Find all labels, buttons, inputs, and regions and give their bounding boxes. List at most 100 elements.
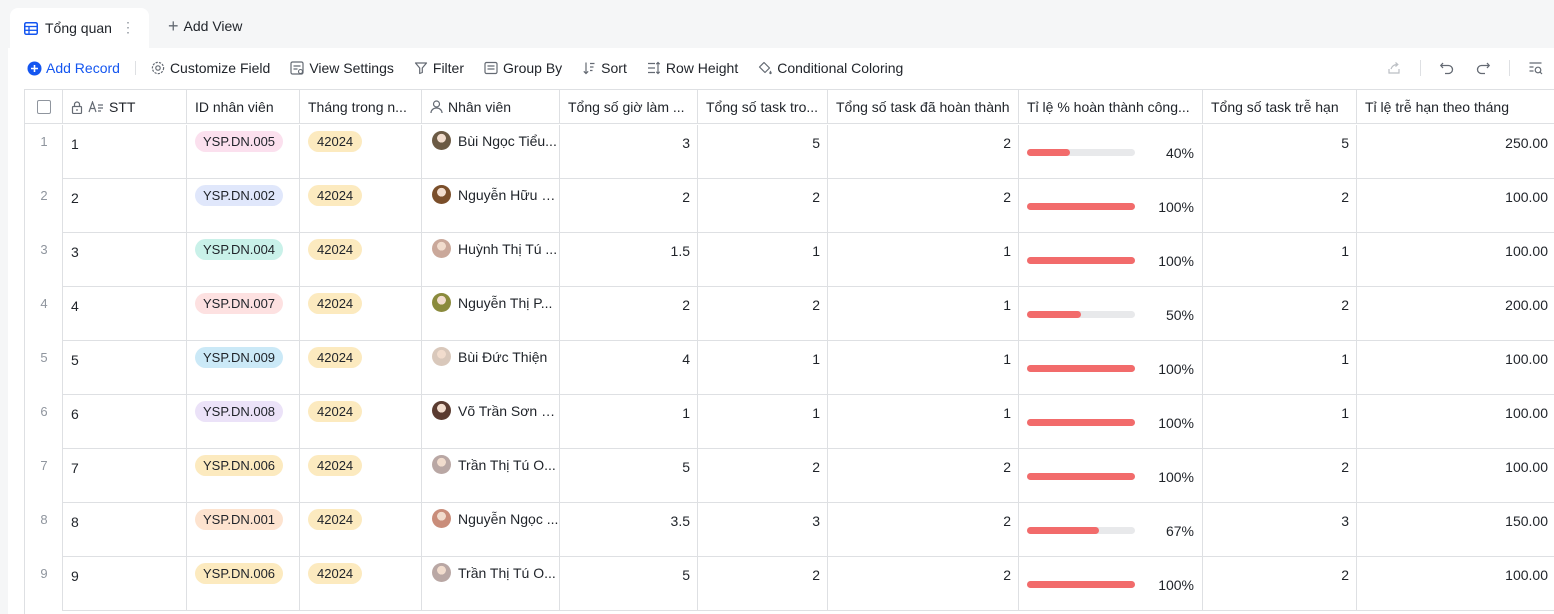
undo-icon[interactable] [1437, 58, 1457, 78]
group-by-button[interactable]: Group By [483, 60, 562, 76]
tasks-in-cell[interactable]: 1 [698, 395, 828, 449]
employee-cell[interactable]: Huỳnh Thị Tú ... [422, 233, 560, 287]
tasks-late-cell[interactable]: 1 [1203, 341, 1357, 395]
hours-cell[interactable]: 1.5 [560, 233, 698, 287]
tasks-done-cell[interactable]: 2 [828, 125, 1019, 179]
employee-cell[interactable]: Trần Thị Tú O... [422, 557, 560, 611]
late-rate-cell[interactable]: 100.00 [1357, 179, 1554, 233]
row-number-cell[interactable]: 4 [25, 287, 63, 341]
tasks-in-cell[interactable]: 2 [698, 557, 828, 611]
row-number-cell[interactable]: 8 [25, 503, 63, 557]
tasks-done-cell[interactable]: 1 [828, 341, 1019, 395]
late-rate-cell[interactable]: 100.00 [1357, 395, 1554, 449]
tasks-late-cell[interactable]: 5 [1203, 125, 1357, 179]
late-rate-cell[interactable]: 250.00 [1357, 125, 1554, 179]
stt-cell[interactable]: 2 [63, 179, 187, 233]
customize-field-button[interactable]: Customize Field [150, 60, 270, 76]
tasks-done-cell[interactable]: 2 [828, 449, 1019, 503]
column-header-late-rate[interactable]: Tỉ lệ trễ hạn theo tháng [1357, 90, 1554, 124]
hours-cell[interactable]: 2 [560, 287, 698, 341]
tasks-in-cell[interactable]: 2 [698, 449, 828, 503]
month-cell[interactable]: 42024 [300, 503, 422, 557]
stt-cell[interactable]: 5 [63, 341, 187, 395]
late-rate-cell[interactable]: 100.00 [1357, 233, 1554, 287]
row-number-cell[interactable]: 5 [25, 341, 63, 395]
late-rate-cell[interactable]: 100.00 [1357, 557, 1554, 611]
table-row[interactable]: 1 1 YSP.DN.005 42024 Bùi Ngọc Tiểu... 3 … [25, 125, 1554, 179]
column-header-done-rate[interactable]: Tỉ lệ % hoàn thành công... [1019, 90, 1203, 124]
employee-cell[interactable]: Bùi Đức Thiện [422, 341, 560, 395]
more-vertical-icon[interactable]: ⋮ [121, 20, 135, 34]
search-records-icon[interactable] [1526, 58, 1546, 78]
tasks-done-cell[interactable]: 2 [828, 557, 1019, 611]
redo-icon[interactable] [1473, 58, 1493, 78]
hours-cell[interactable]: 1 [560, 395, 698, 449]
stt-cell[interactable]: 8 [63, 503, 187, 557]
id-cell[interactable]: YSP.DN.001 [187, 503, 300, 557]
tasks-done-cell[interactable]: 1 [828, 233, 1019, 287]
id-cell[interactable]: YSP.DN.006 [187, 557, 300, 611]
column-header-tasks-late[interactable]: Tổng số task trễ hạn [1203, 90, 1357, 124]
tasks-late-cell[interactable]: 1 [1203, 233, 1357, 287]
tasks-in-cell[interactable]: 3 [698, 503, 828, 557]
stt-cell[interactable]: 6 [63, 395, 187, 449]
month-cell[interactable]: 42024 [300, 557, 422, 611]
employee-cell[interactable]: Nguyễn Hữu Hải [422, 179, 560, 233]
hours-cell[interactable]: 3 [560, 125, 698, 179]
tasks-done-cell[interactable]: 1 [828, 395, 1019, 449]
table-row[interactable]: 4 4 YSP.DN.007 42024 Nguyễn Thị P... 2 2… [25, 287, 1554, 341]
month-cell[interactable]: 42024 [300, 449, 422, 503]
done-rate-cell[interactable]: 100% [1019, 233, 1203, 287]
add-view-button[interactable]: + Add View [168, 17, 242, 35]
filter-button[interactable]: Filter [413, 60, 464, 76]
done-rate-cell[interactable]: 100% [1019, 395, 1203, 449]
row-number-cell[interactable]: 7 [25, 449, 63, 503]
done-rate-cell[interactable]: 100% [1019, 179, 1203, 233]
id-cell[interactable]: YSP.DN.006 [187, 449, 300, 503]
tasks-in-cell[interactable]: 2 [698, 179, 828, 233]
column-header-id[interactable]: ID nhân viên [187, 90, 300, 124]
id-cell[interactable]: YSP.DN.004 [187, 233, 300, 287]
column-header-employee[interactable]: Nhân viên [422, 90, 560, 124]
column-header-tasks-done[interactable]: Tổng số task đã hoàn thành [828, 90, 1019, 124]
tasks-done-cell[interactable]: 2 [828, 179, 1019, 233]
hours-cell[interactable]: 2 [560, 179, 698, 233]
employee-cell[interactable]: Võ Trần Sơn P... [422, 395, 560, 449]
month-cell[interactable]: 42024 [300, 287, 422, 341]
stt-cell[interactable]: 7 [63, 449, 187, 503]
hours-cell[interactable]: 3.5 [560, 503, 698, 557]
tasks-in-cell[interactable]: 1 [698, 341, 828, 395]
employee-cell[interactable]: Nguyễn Ngọc ... [422, 503, 560, 557]
done-rate-cell[interactable]: 100% [1019, 557, 1203, 611]
sort-button[interactable]: Sort [581, 60, 627, 76]
hours-cell[interactable]: 4 [560, 341, 698, 395]
column-header-hours[interactable]: Tổng số giờ làm ... [560, 90, 698, 124]
id-cell[interactable]: YSP.DN.007 [187, 287, 300, 341]
hours-cell[interactable]: 5 [560, 449, 698, 503]
stt-cell[interactable]: 3 [63, 233, 187, 287]
id-cell[interactable]: YSP.DN.005 [187, 125, 300, 179]
table-row[interactable]: 2 2 YSP.DN.002 42024 Nguyễn Hữu Hải 2 2 … [25, 179, 1554, 233]
tasks-late-cell[interactable]: 3 [1203, 503, 1357, 557]
share-icon[interactable] [1384, 58, 1404, 78]
select-all-checkbox[interactable] [36, 100, 51, 114]
tasks-in-cell[interactable]: 2 [698, 287, 828, 341]
month-cell[interactable]: 42024 [300, 395, 422, 449]
late-rate-cell[interactable]: 100.00 [1357, 341, 1554, 395]
table-row[interactable]: 8 8 YSP.DN.001 42024 Nguyễn Ngọc ... 3.5… [25, 503, 1554, 557]
employee-cell[interactable]: Bùi Ngọc Tiểu... [422, 125, 560, 179]
tasks-in-cell[interactable]: 5 [698, 125, 828, 179]
tasks-done-cell[interactable]: 1 [828, 287, 1019, 341]
id-cell[interactable]: YSP.DN.009 [187, 341, 300, 395]
tab-tong-quan[interactable]: Tổng quan ⋮ [10, 8, 149, 48]
month-cell[interactable]: 42024 [300, 233, 422, 287]
row-number-cell[interactable]: 6 [25, 395, 63, 449]
tasks-late-cell[interactable]: 1 [1203, 395, 1357, 449]
employee-cell[interactable]: Nguyễn Thị P... [422, 287, 560, 341]
id-cell[interactable]: YSP.DN.002 [187, 179, 300, 233]
done-rate-cell[interactable]: 40% [1019, 125, 1203, 179]
stt-cell[interactable]: 4 [63, 287, 187, 341]
employee-cell[interactable]: Trần Thị Tú O... [422, 449, 560, 503]
row-number-cell[interactable]: 3 [25, 233, 63, 287]
column-header-month[interactable]: Tháng trong n... [300, 90, 422, 124]
